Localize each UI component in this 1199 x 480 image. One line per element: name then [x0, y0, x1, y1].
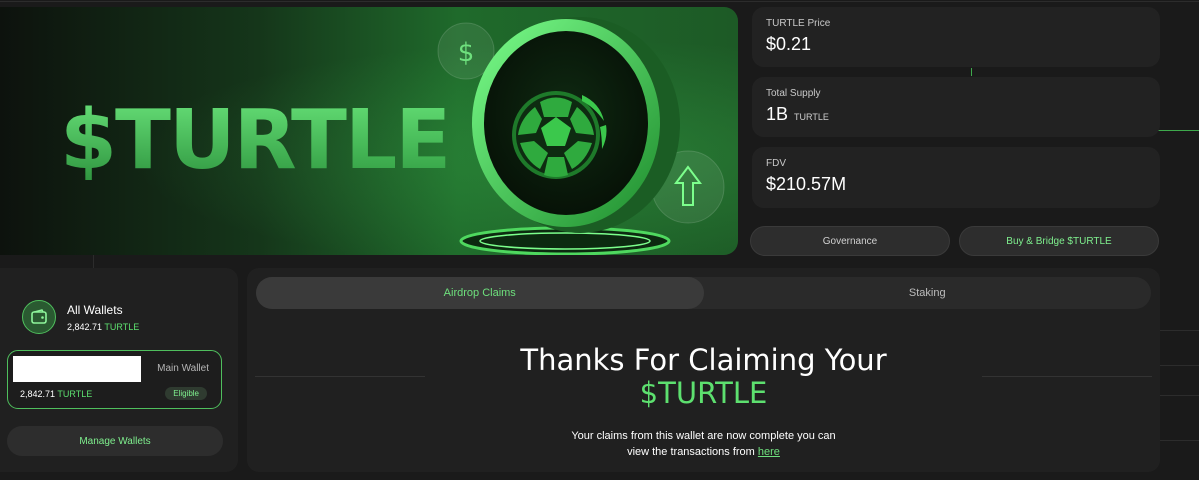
stat-card-supply: Total Supply 1B TURTLE: [752, 77, 1160, 137]
grid-line: [1160, 365, 1199, 366]
transactions-link[interactable]: here: [758, 446, 780, 458]
main-wallet-amount: 2,842.71: [20, 389, 56, 399]
governance-button[interactable]: Governance: [750, 226, 950, 256]
main-wallet-label: Main Wallet: [157, 363, 209, 374]
grid-line: [1158, 130, 1199, 131]
wallets-total-token: TURTLE: [104, 322, 140, 332]
grid-line: [1160, 440, 1199, 441]
buy-bridge-button[interactable]: Buy & Bridge $TURTLE: [959, 226, 1159, 256]
wallet-address-redacted: [13, 356, 141, 382]
stat-label: FDV: [766, 158, 786, 169]
claims-tabs: Airdrop Claims Staking: [256, 277, 1151, 309]
claims-description: Your claims from this wallet are now com…: [247, 428, 1160, 460]
grid-line: [0, 1, 1199, 2]
wallets-title: All Wallets: [67, 303, 123, 317]
turtle-coin-illustration: $: [437, 17, 725, 255]
claims-panel: Airdrop Claims Staking Thanks For Claimi…: [247, 268, 1160, 472]
tab-staking[interactable]: Staking: [704, 277, 1152, 309]
grid-line: [1160, 330, 1199, 331]
stat-card-price: TURTLE Price $0.21: [752, 7, 1160, 67]
hero-banner: $TURTLE $: [0, 7, 738, 255]
grid-line: [971, 68, 972, 76]
wallets-total-balance: 2,842.71 TURTLE: [67, 322, 139, 332]
stat-unit: TURTLE: [794, 112, 829, 122]
main-wallet-balance: 2,842.71 TURTLE: [20, 389, 92, 399]
grid-line: [93, 255, 94, 268]
svg-text:$: $: [458, 38, 475, 68]
wallet-icon: [22, 300, 56, 334]
claims-heading-text: Thanks For Claiming Your: [520, 343, 887, 377]
main-wallet-token: TURTLE: [57, 389, 93, 399]
stat-value: 1B: [766, 104, 789, 124]
manage-wallets-button[interactable]: Manage Wallets: [7, 426, 223, 456]
stat-value: $0.21: [766, 34, 812, 54]
stat-card-fdv: FDV $210.57M: [752, 147, 1160, 208]
claims-description-line1: Your claims from this wallet are now com…: [571, 430, 836, 442]
main-wallet-card[interactable]: Main Wallet 2,842.71 TURTLE Eligible: [7, 350, 222, 409]
grid-line: [1160, 395, 1199, 396]
stat-label: Total Supply: [766, 88, 821, 99]
hero-title: $TURTLE: [60, 93, 451, 188]
eligible-badge: Eligible: [165, 387, 207, 400]
claims-description-line2: view the transactions from: [627, 446, 755, 458]
tab-airdrop-claims[interactable]: Airdrop Claims: [256, 277, 704, 309]
stat-label: TURTLE Price: [766, 18, 831, 29]
wallets-total-amount: 2,842.71: [67, 322, 103, 332]
claims-heading-token: $TURTLE: [639, 376, 768, 410]
claims-heading: Thanks For Claiming Your $TURTLE: [247, 344, 1160, 410]
stat-value: $210.57M: [766, 174, 847, 194]
wallets-panel: All Wallets 2,842.71 TURTLE Main Wallet …: [0, 268, 238, 472]
